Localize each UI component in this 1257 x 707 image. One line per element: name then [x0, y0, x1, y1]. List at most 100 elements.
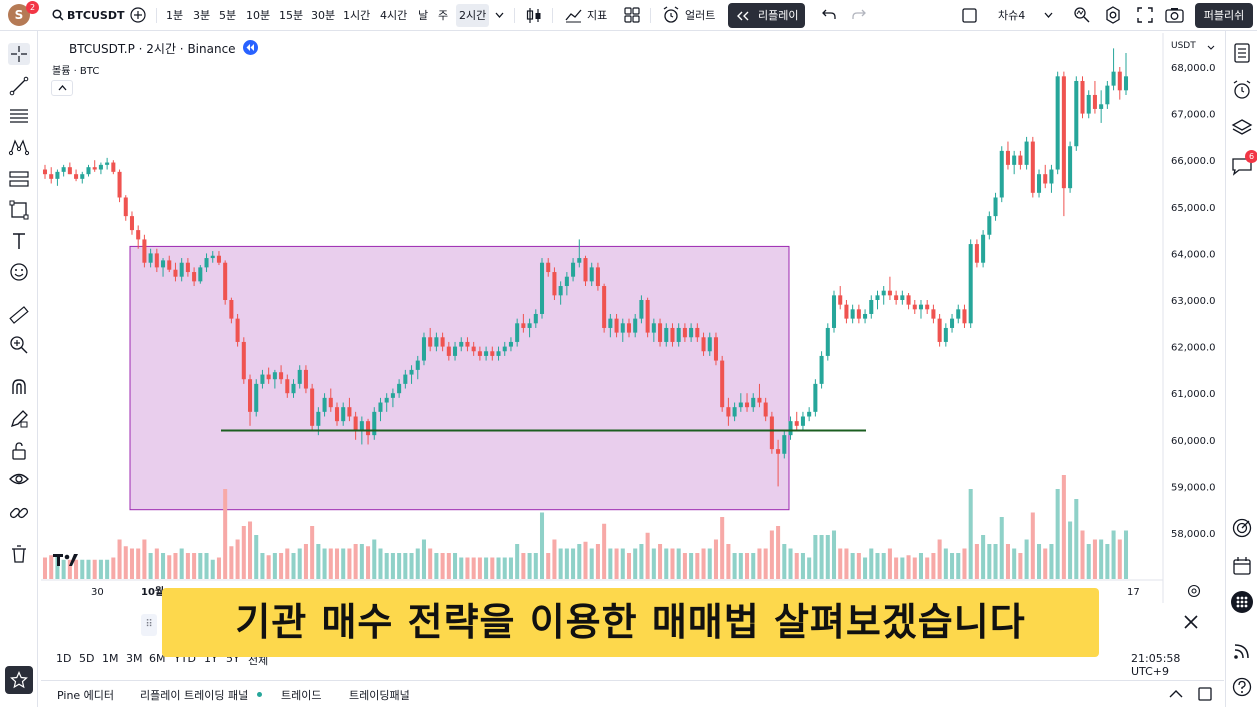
- candle-body[interactable]: [341, 407, 346, 422]
- candle-body[interactable]: [154, 253, 159, 268]
- candle-body[interactable]: [453, 346, 458, 356]
- candle-body[interactable]: [639, 300, 644, 319]
- publish-button[interactable]: 퍼블리쉬: [1195, 3, 1253, 28]
- candle-body[interactable]: [689, 327, 694, 338]
- candle-body[interactable]: [825, 327, 830, 356]
- candle-body[interactable]: [745, 402, 750, 408]
- candle-body[interactable]: [403, 374, 408, 384]
- candle-body[interactable]: [80, 174, 85, 179]
- compare-add-icon[interactable]: [130, 7, 146, 23]
- candle-body[interactable]: [763, 402, 768, 417]
- interval-4h[interactable]: 4시간: [380, 4, 407, 27]
- chevron-down-icon[interactable]: [1207, 45, 1215, 50]
- favorites-star-button[interactable]: [5, 666, 33, 694]
- candle-body[interactable]: [1012, 155, 1017, 165]
- candle-body[interactable]: [161, 260, 166, 268]
- candle-body[interactable]: [359, 421, 364, 431]
- candle-body[interactable]: [701, 337, 706, 352]
- candle-body[interactable]: [235, 318, 240, 342]
- candle-body[interactable]: [272, 372, 277, 380]
- candle-body[interactable]: [856, 309, 861, 319]
- candle-body[interactable]: [459, 341, 464, 347]
- candle-body[interactable]: [297, 369, 302, 384]
- candle-body[interactable]: [1024, 141, 1029, 165]
- interval-3m[interactable]: 3분: [193, 4, 210, 27]
- candle-body[interactable]: [788, 421, 793, 436]
- candle-body[interactable]: [950, 318, 955, 328]
- chart-pane[interactable]: 68,000.0 67,000.0 66,000.0 65,000.0 64,000.0…: [41, 33, 1221, 603]
- camera-snapshot-icon[interactable]: [1165, 7, 1184, 23]
- fib-retracement-icon[interactable]: [8, 105, 30, 127]
- candle-body[interactable]: [838, 295, 843, 305]
- price-tick-label[interactable]: 62,000.0: [1171, 343, 1216, 354]
- time-tick-label[interactable]: 17: [1127, 587, 1140, 598]
- candle-body[interactable]: [216, 255, 221, 263]
- candle-body[interactable]: [123, 197, 128, 217]
- crosshair-icon[interactable]: [8, 43, 30, 65]
- range-1d[interactable]: 1D: [56, 652, 71, 665]
- chart-legend-title[interactable]: BTCUSDT.P · 2시간 · Binance: [69, 40, 236, 57]
- draw-lock-pencil-icon[interactable]: [8, 408, 30, 430]
- candle-body[interactable]: [1092, 94, 1097, 109]
- candle-body[interactable]: [1037, 174, 1042, 193]
- price-tick-label[interactable]: 65,000.0: [1171, 203, 1216, 214]
- candle-body[interactable]: [645, 300, 650, 333]
- redo-icon[interactable]: [852, 8, 866, 21]
- candle-body[interactable]: [42, 169, 48, 175]
- candle-body[interactable]: [633, 318, 638, 333]
- candle-body[interactable]: [347, 407, 352, 417]
- candle-body[interactable]: [620, 323, 625, 333]
- volume-legend[interactable]: 볼륨 · BTC: [52, 62, 99, 77]
- apps-grid-icon[interactable]: [1231, 591, 1253, 613]
- eye-icon[interactable]: [8, 468, 30, 490]
- indicators-icon[interactable]: [565, 7, 582, 23]
- price-tick-label[interactable]: 68,000.0: [1171, 63, 1216, 74]
- candle-body[interactable]: [881, 290, 886, 296]
- time-tick-label[interactable]: 30: [91, 587, 104, 598]
- candle-body[interactable]: [465, 341, 470, 347]
- candle-body[interactable]: [98, 164, 103, 170]
- shapes-rectangle-icon[interactable]: [8, 199, 30, 221]
- undo-icon[interactable]: [822, 8, 836, 21]
- interval-2h[interactable]: 2시간: [456, 4, 490, 27]
- candle-body[interactable]: [490, 351, 495, 356]
- alerts-button[interactable]: 얼러트: [685, 4, 715, 27]
- chevron-down-icon[interactable]: [1044, 12, 1053, 19]
- candle-body[interactable]: [303, 369, 308, 389]
- candle-body[interactable]: [776, 449, 781, 454]
- time-tick-label[interactable]: 10월: [141, 586, 164, 598]
- candle-body[interactable]: [819, 355, 824, 384]
- candle-body[interactable]: [981, 234, 986, 263]
- candle-body[interactable]: [229, 300, 234, 319]
- candle-body[interactable]: [173, 269, 178, 277]
- candle-body[interactable]: [807, 411, 812, 417]
- candle-body[interactable]: [968, 244, 973, 324]
- candle-body[interactable]: [769, 416, 774, 450]
- interval-10m[interactable]: 10분: [246, 4, 270, 27]
- candle-body[interactable]: [502, 346, 507, 352]
- candle-body[interactable]: [552, 272, 557, 296]
- price-tick-label[interactable]: 67,000.0: [1171, 110, 1216, 121]
- calendar-icon[interactable]: [1231, 555, 1253, 577]
- price-tick-label[interactable]: 63,000.0: [1171, 296, 1216, 307]
- candle-body[interactable]: [67, 167, 72, 175]
- candle-body[interactable]: [334, 407, 340, 422]
- candle-body[interactable]: [993, 197, 998, 217]
- candle-body[interactable]: [682, 327, 687, 338]
- price-tick-label[interactable]: 64,000.0: [1171, 249, 1216, 260]
- chevron-up-icon[interactable]: [1169, 689, 1183, 698]
- layers-icon[interactable]: [1231, 117, 1253, 139]
- candle-body[interactable]: [589, 267, 594, 282]
- utc-clock[interactable]: 21:05:58 UTC+9: [1131, 652, 1221, 678]
- candle-body[interactable]: [713, 337, 718, 361]
- candle-body[interactable]: [564, 276, 569, 287]
- maximize-panel-icon[interactable]: [1198, 687, 1212, 701]
- range-3m[interactable]: 3M: [126, 652, 143, 665]
- candle-body[interactable]: [260, 374, 265, 384]
- candle-body[interactable]: [1111, 71, 1116, 86]
- pattern-icon[interactable]: [8, 136, 30, 158]
- candle-body[interactable]: [1018, 155, 1023, 165]
- candle-body[interactable]: [285, 379, 290, 394]
- legend-collapse-button[interactable]: [51, 80, 73, 96]
- candle-body[interactable]: [415, 360, 420, 370]
